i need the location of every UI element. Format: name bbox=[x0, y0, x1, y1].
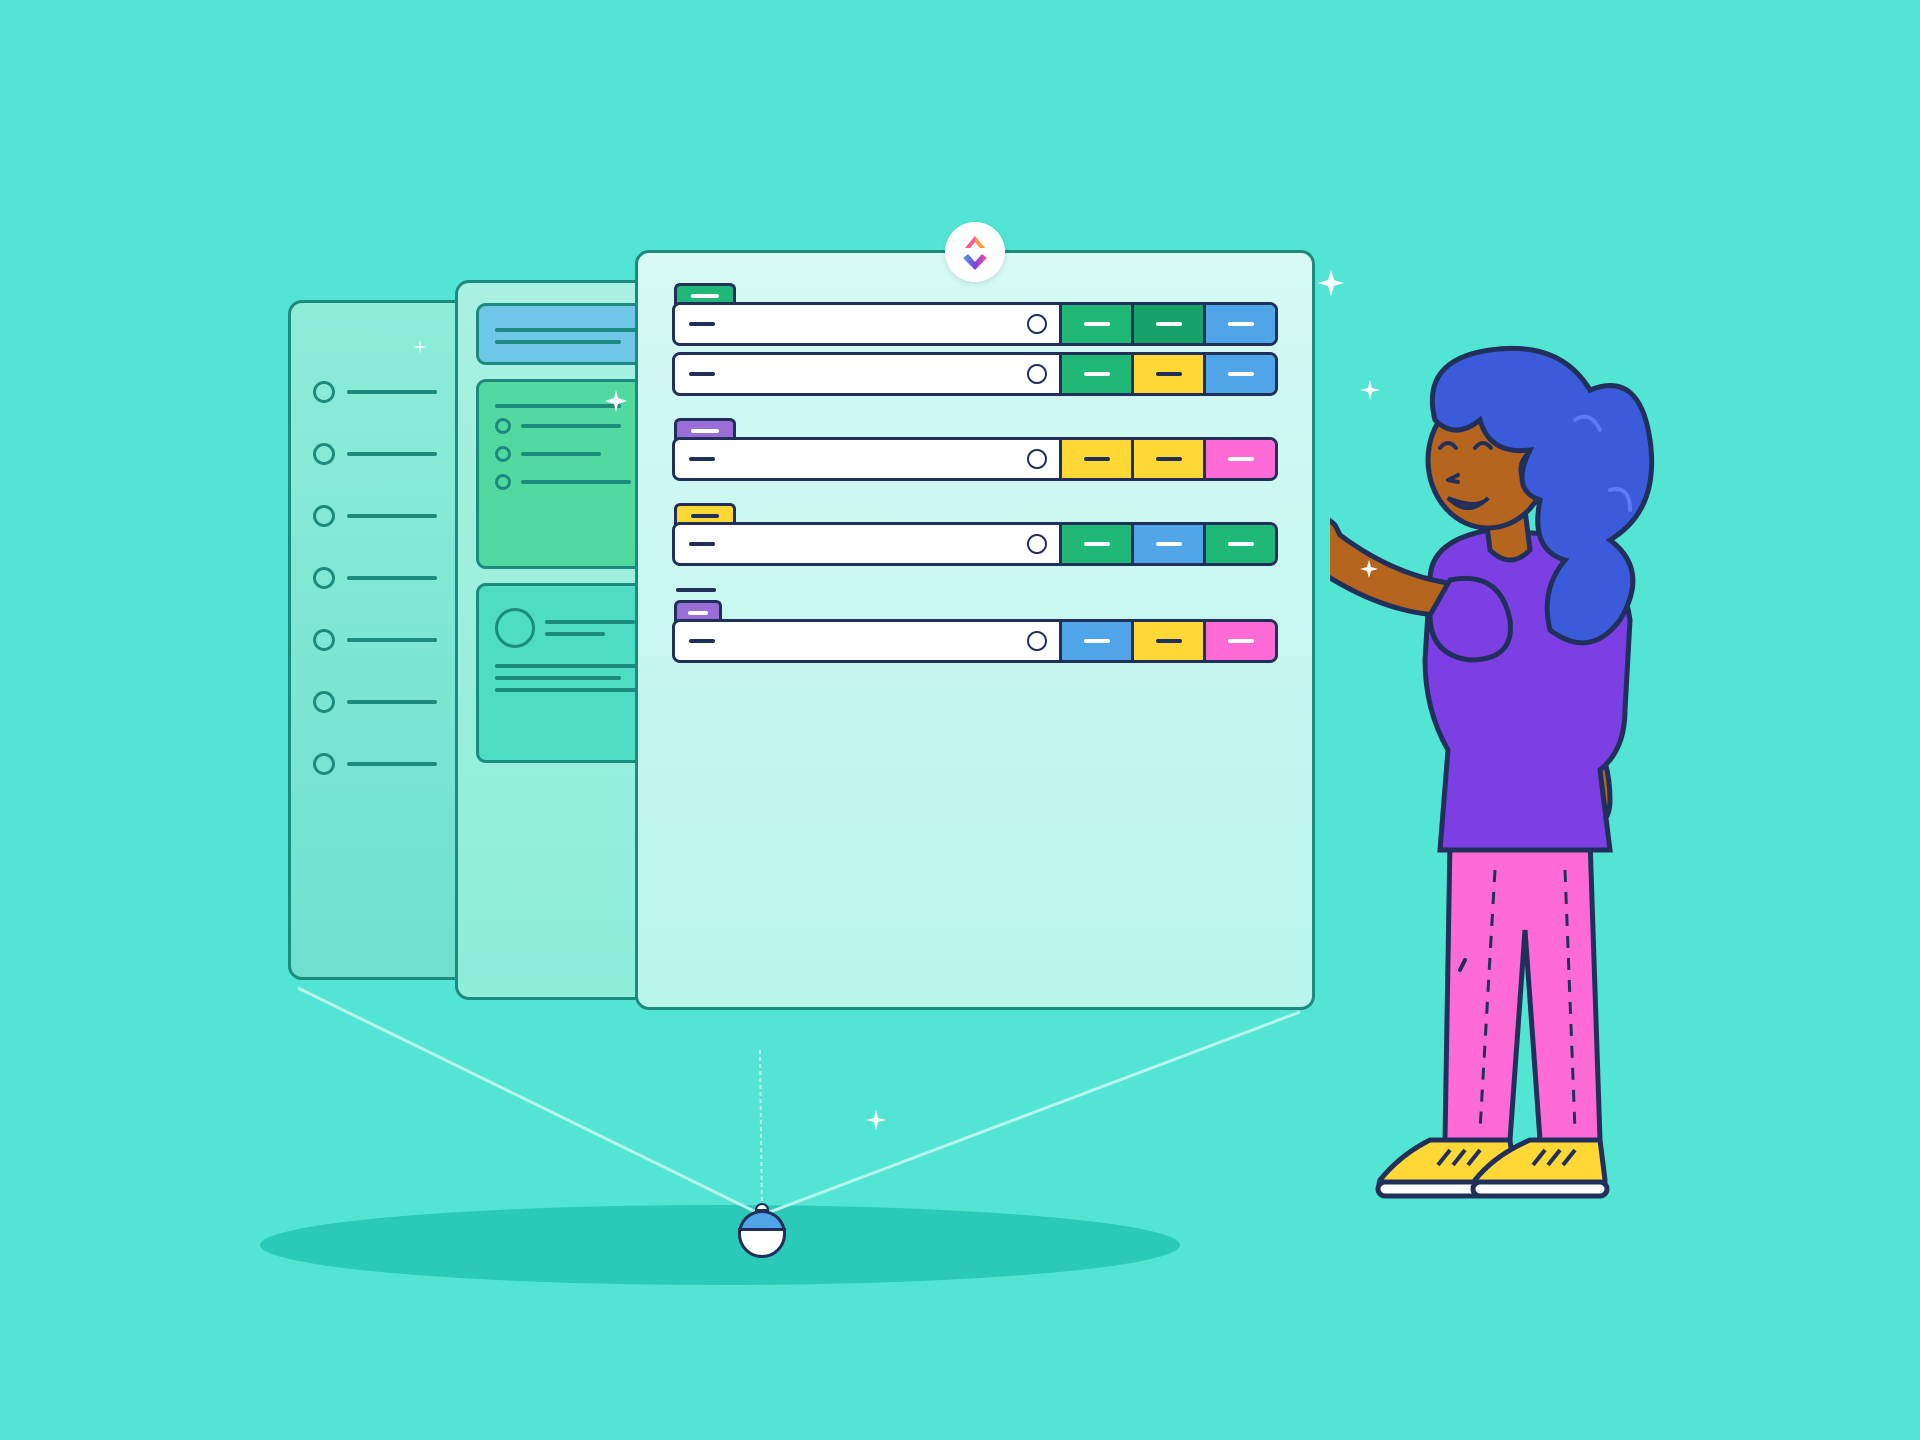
row-main bbox=[675, 305, 1059, 343]
character-person bbox=[1330, 310, 1750, 1270]
section-yellow bbox=[672, 503, 1278, 566]
table-row bbox=[672, 302, 1278, 346]
status-cell bbox=[1203, 525, 1275, 563]
row-main bbox=[675, 440, 1059, 478]
row-main bbox=[675, 355, 1059, 393]
status-cell bbox=[1203, 440, 1275, 478]
sparkle-icon bbox=[866, 1110, 886, 1130]
projector-device bbox=[738, 1210, 786, 1258]
status-cell bbox=[1203, 355, 1275, 393]
section-green bbox=[672, 283, 1278, 396]
sparkle-icon bbox=[1360, 380, 1380, 400]
illustration-canvas bbox=[0, 0, 1920, 1440]
table-row bbox=[672, 619, 1278, 663]
status-cell bbox=[1059, 525, 1131, 563]
status-cell bbox=[1131, 355, 1203, 393]
status-cell bbox=[1131, 440, 1203, 478]
table-row bbox=[672, 352, 1278, 396]
table-row bbox=[672, 522, 1278, 566]
section-purple bbox=[672, 418, 1278, 481]
table-row bbox=[672, 437, 1278, 481]
sparkle-icon bbox=[1318, 270, 1344, 296]
clickup-logo-icon bbox=[959, 234, 991, 270]
clickup-logo-badge bbox=[945, 222, 1005, 282]
status-cell bbox=[1203, 305, 1275, 343]
floor-shadow bbox=[260, 1205, 1180, 1285]
status-cell bbox=[1203, 622, 1275, 660]
section-label bbox=[676, 588, 716, 592]
status-cell bbox=[1059, 355, 1131, 393]
status-cell bbox=[1059, 440, 1131, 478]
sparkle-icon bbox=[605, 390, 627, 412]
status-cell bbox=[1131, 622, 1203, 660]
status-cell bbox=[1131, 305, 1203, 343]
status-cell bbox=[1131, 525, 1203, 563]
status-cell bbox=[1059, 622, 1131, 660]
sparkle-icon bbox=[1360, 560, 1378, 578]
section-plain bbox=[672, 588, 1278, 663]
sparkle-icon bbox=[413, 340, 427, 354]
panel-front bbox=[635, 250, 1315, 1010]
status-cell bbox=[1059, 305, 1131, 343]
row-main bbox=[675, 525, 1059, 563]
row-main bbox=[675, 622, 1059, 660]
